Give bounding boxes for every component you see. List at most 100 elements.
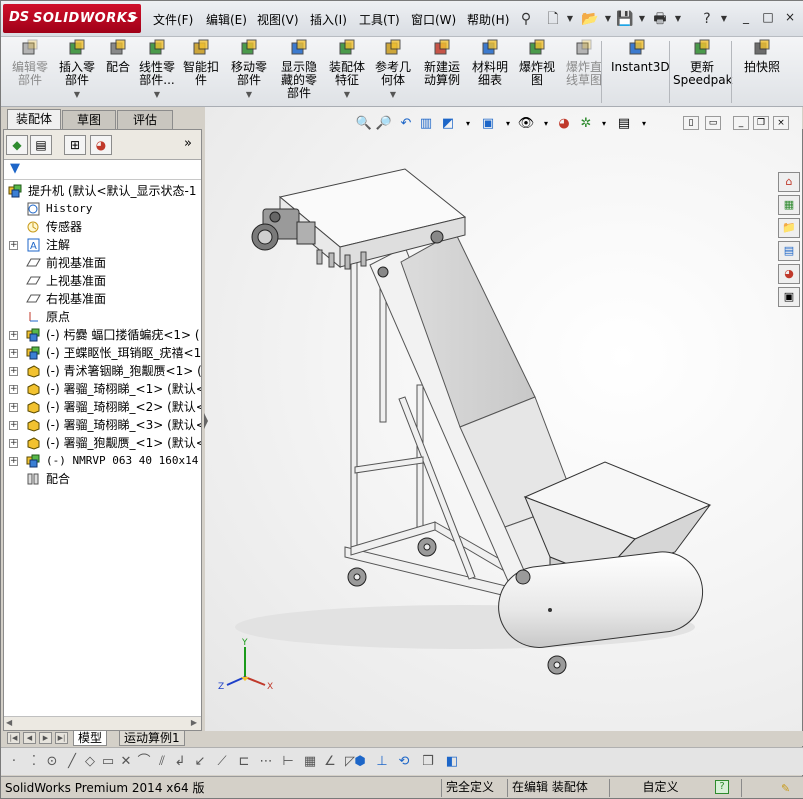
grid-dots-icon[interactable]: ⁚: [25, 753, 43, 771]
last-tab-icon[interactable]: ▶|: [55, 732, 68, 744]
line-icon[interactable]: ╱: [63, 753, 81, 771]
save-icon[interactable]: 💾: [616, 10, 634, 28]
next-tab-icon[interactable]: ▶: [39, 732, 52, 744]
menu-file[interactable]: 文件(F): [153, 11, 193, 28]
tree-item[interactable]: 前视基准面: [4, 254, 201, 272]
tree-item[interactable]: 上视基准面: [4, 272, 201, 290]
polygon-icon[interactable]: ◇: [81, 753, 99, 771]
feature-tree-tab-icon[interactable]: ◆: [6, 135, 28, 155]
tree-item[interactable]: 传感器: [4, 218, 201, 236]
expand-icon[interactable]: +: [9, 403, 18, 412]
expand-icon[interactable]: +: [9, 367, 18, 376]
construction-icon[interactable]: ⋯: [257, 753, 275, 771]
logo-arrow-icon[interactable]: ▶: [131, 13, 138, 23]
tab-model[interactable]: 模型: [73, 731, 108, 746]
rectangle-icon[interactable]: ▭: [99, 753, 117, 771]
property-manager-tab-icon[interactable]: ▤: [30, 135, 52, 155]
scroll-right-icon[interactable]: ▶: [191, 718, 197, 727]
menu-edit[interactable]: 编辑(E): [206, 11, 247, 28]
new-document-icon[interactable]: 🗋: [544, 10, 562, 28]
cmd-exploded-view-button[interactable]: 爆炸视 图: [515, 39, 559, 87]
pin-icon[interactable]: ⚲: [517, 10, 535, 28]
tree-root[interactable]: 提升机 (默认<默认_显示状态-1: [4, 182, 201, 200]
cmd-new-motion-study-button[interactable]: 新建运 动算例: [419, 39, 465, 87]
tree-item[interactable]: + (-) 署骝_琦栩睇_<3> (默认<: [4, 416, 201, 434]
cmd-reference-geometry-button[interactable]: 参考几 何体 ▼: [371, 39, 415, 101]
cmd-insert-component-button[interactable]: 插入零 部件 ▼: [55, 39, 99, 101]
dimension-icon[interactable]: ⊢: [279, 753, 297, 771]
status-help-icon[interactable]: ?: [715, 780, 729, 794]
print-dropdown-icon[interactable]: ▼: [669, 10, 687, 28]
expand-icon[interactable]: +: [9, 439, 18, 448]
box-selected-icon[interactable]: ◧: [443, 753, 461, 771]
help-dropdown-icon[interactable]: ▼: [715, 10, 733, 28]
cmd-show-hidden-button[interactable]: 显示隐 藏的零 部件: [275, 39, 323, 100]
tree-item[interactable]: + (-) 杇爨 蝠囗搂循蝙疣<1> (: [4, 326, 201, 344]
open-folder-icon[interactable]: 📂: [581, 10, 599, 28]
minimize-button[interactable]: _: [737, 9, 755, 25]
expand-icon[interactable]: +: [9, 241, 18, 250]
conveyor-model[interactable]: Y X Z: [205, 107, 802, 731]
panel-collapse-grip-icon[interactable]: [202, 401, 210, 441]
tab-motion-study-1[interactable]: 运动算例1: [119, 731, 185, 746]
notification-icon[interactable]: ✎: [781, 782, 790, 795]
sketch-chamfer-icon[interactable]: ⟋: [213, 753, 231, 771]
configuration-manager-tab-icon[interactable]: ⊞: [64, 135, 86, 155]
open-dropdown-icon[interactable]: ▼: [599, 10, 617, 28]
menu-help[interactable]: 帮助(H): [467, 11, 509, 28]
solidworks-logo[interactable]: DS SOLIDWORKS ▶: [3, 4, 141, 33]
cmd-dropdown-icon[interactable]: ▼: [227, 88, 271, 101]
tab-sketch[interactable]: 草图: [62, 110, 116, 129]
print-icon[interactable]: 🖶: [651, 10, 669, 28]
cmd-move-component-button[interactable]: 移动零 部件 ▼: [227, 39, 271, 101]
tree-item[interactable]: + (-) 署骝_狍觏赝_<1> (默认<: [4, 434, 201, 452]
sketch-fillet-icon[interactable]: ↙: [191, 753, 209, 771]
slot-icon[interactable]: ⊏: [235, 753, 253, 771]
tree-item[interactable]: + (-) 青沭箸铟睇_狍觏赝<1> (: [4, 362, 201, 380]
cmd-dropdown-icon[interactable]: ▼: [327, 88, 367, 101]
expand-icon[interactable]: +: [9, 385, 18, 394]
save-dropdown-icon[interactable]: ▼: [633, 10, 651, 28]
cmd-assembly-feature-button[interactable]: 装配体 特征 ▼: [327, 39, 367, 101]
tree-item[interactable]: History: [4, 200, 201, 218]
tab-assembly[interactable]: 装配体: [7, 109, 61, 129]
filter-icon[interactable]: ▼: [10, 161, 20, 176]
tree-item[interactable]: 右视基准面: [4, 290, 201, 308]
panel-horizontal-scrollbar[interactable]: ◀ ▶: [4, 716, 201, 730]
tree-item[interactable]: + (-) NMRVP 063 40 160x14 25: [4, 452, 201, 470]
box-icon[interactable]: ❒: [419, 753, 437, 771]
cmd-take-snapshot-button[interactable]: 拍快照: [737, 39, 787, 74]
prev-tab-icon[interactable]: ◀: [23, 732, 36, 744]
expand-icon[interactable]: +: [9, 349, 18, 358]
tree-item[interactable]: + (-) 署骝_琦栩睇_<1> (默认<: [4, 380, 201, 398]
angle-icon[interactable]: ∠: [321, 753, 339, 771]
cmd-dropdown-icon[interactable]: ▼: [137, 88, 177, 101]
cmd-edit-component-button[interactable]: 编辑零 部件: [5, 39, 55, 87]
cmd-mate-button[interactable]: 配合: [101, 39, 135, 74]
new-dropdown-icon[interactable]: ▼: [561, 10, 579, 28]
tree-item[interactable]: 原点: [4, 308, 201, 326]
hatch-icon[interactable]: ▦: [301, 753, 319, 771]
cmd-instant3d-button[interactable]: Instant3D: [611, 39, 670, 74]
restore-button[interactable]: □: [759, 9, 777, 25]
mirror-icon[interactable]: ⫽: [153, 753, 171, 771]
help-icon[interactable]: ?: [698, 10, 716, 28]
3d-part-icon[interactable]: ⬢: [351, 753, 369, 771]
tree-item[interactable]: + (-) 玊蝶眍怅_珥销眍_疣禧<1: [4, 344, 201, 362]
point-icon[interactable]: ·: [5, 753, 23, 771]
cmd-smart-fastener-button[interactable]: 智能扣 件: [181, 39, 221, 87]
cmd-update-speedpak-button[interactable]: 更新 Speedpak: [673, 39, 733, 87]
tab-evaluate[interactable]: 评估: [117, 110, 173, 129]
tree-item[interactable]: + A 注解: [4, 236, 201, 254]
status-units[interactable]: 自定义: [609, 779, 707, 797]
menu-window[interactable]: 窗口(W): [411, 11, 456, 28]
move-triad-icon[interactable]: ⊥: [373, 753, 391, 771]
graphics-area[interactable]: 🔍 🔎 ↶ ▥ ◩ ▾ ▣ ▾ 👁 ▾ ◕ ✲ ▾ ▤ ▾ ▯ ▭ _ ❐ × …: [205, 107, 802, 731]
cmd-bill-of-materials-button[interactable]: 材料明 细表: [469, 39, 511, 87]
cmd-dropdown-icon[interactable]: ▼: [55, 88, 99, 101]
first-tab-icon[interactable]: |◀: [7, 732, 20, 744]
trim-icon[interactable]: ✕: [117, 753, 135, 771]
convert-icon[interactable]: ↲: [171, 753, 189, 771]
expand-icon[interactable]: +: [9, 331, 18, 340]
expand-icon[interactable]: +: [9, 421, 18, 430]
